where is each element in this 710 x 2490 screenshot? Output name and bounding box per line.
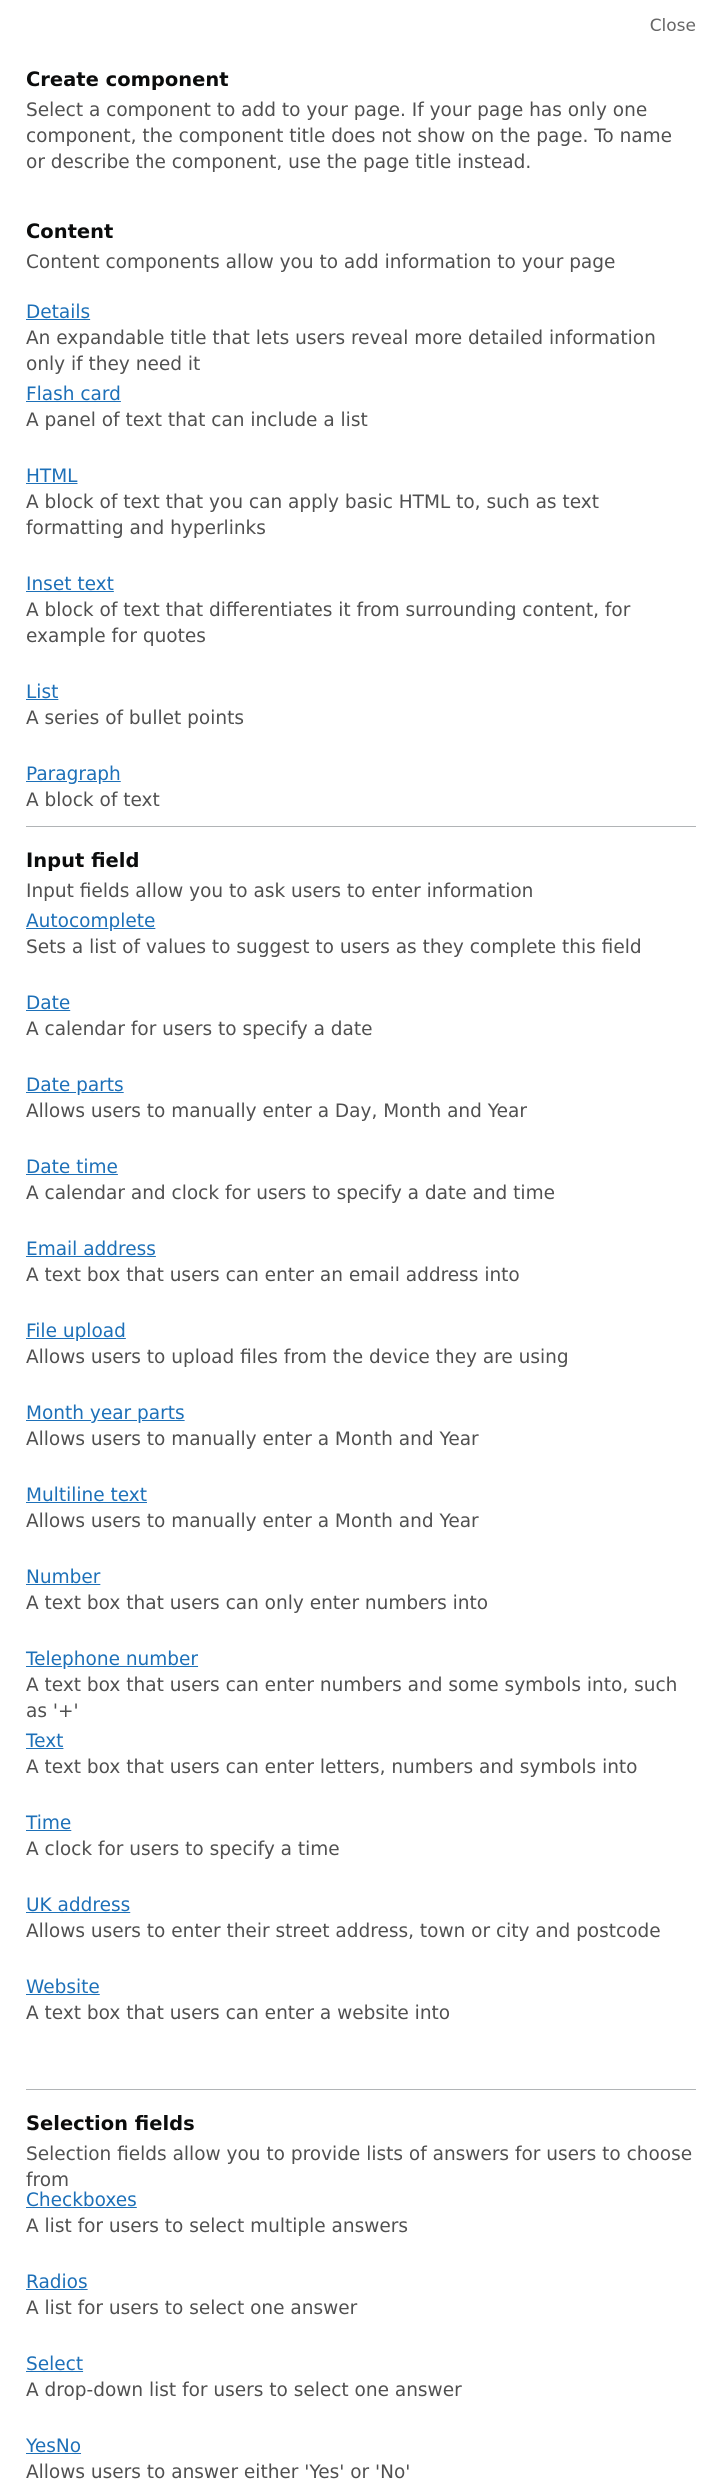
component-item-list: List A series of bullet points	[26, 680, 696, 762]
component-item-multiline-text: Multiline text Allows users to manually …	[26, 1483, 696, 1565]
component-description: A text box that users can enter numbers …	[26, 1675, 678, 1722]
component-link-month-year-parts[interactable]: Month year parts	[26, 1401, 185, 1427]
component-link-website[interactable]: Website	[26, 1975, 100, 2001]
section-title: Input field	[26, 849, 140, 872]
component-link-uk-address[interactable]: UK address	[26, 1893, 130, 1919]
section-input-field: Input field Input fields allow you to as…	[26, 849, 696, 2031]
component-link-text[interactable]: Text	[26, 1729, 63, 1755]
component-item-paragraph: Paragraph A block of text	[26, 762, 696, 818]
component-description: A block of text that you can apply basic…	[26, 492, 599, 539]
component-item-autocomplete: Autocomplete Sets a list of values to su…	[26, 909, 696, 991]
component-item-select: Select A drop-down list for users to sel…	[26, 2352, 696, 2434]
component-description: Allows users to upload files from the de…	[26, 1347, 569, 1368]
component-link-file-upload[interactable]: File upload	[26, 1319, 126, 1345]
component-description: Allows users to enter their street addre…	[26, 1921, 661, 1942]
panel-header: Create component Select a component to a…	[26, 68, 696, 176]
component-link-html[interactable]: HTML	[26, 464, 77, 490]
component-description: A clock for users to specify a time	[26, 1839, 340, 1860]
component-item-date-parts: Date parts Allows users to manually ente…	[26, 1073, 696, 1155]
section-title: Selection fields	[26, 2112, 195, 2135]
section-divider	[26, 826, 696, 827]
component-link-date-time[interactable]: Date time	[26, 1155, 118, 1181]
component-link-multiline-text[interactable]: Multiline text	[26, 1483, 147, 1509]
component-item-text: Text A text box that users can enter let…	[26, 1729, 696, 1811]
component-item-date: Date A calendar for users to specify a d…	[26, 991, 696, 1073]
section-intro: Input fields allow you to ask users to e…	[26, 881, 534, 902]
component-item-html: HTML A block of text that you can apply …	[26, 464, 696, 572]
section-intro: Selection fields allow you to provide li…	[26, 2144, 693, 2188]
component-link-number[interactable]: Number	[26, 1565, 100, 1591]
component-item-telephone-number: Telephone number A text box that users c…	[26, 1647, 696, 1729]
component-item-uk-address: UK address Allows users to enter their s…	[26, 1893, 696, 1975]
component-description: A text box that users can enter an email…	[26, 1265, 520, 1286]
component-link-details[interactable]: Details	[26, 300, 90, 326]
component-item-email-address: Email address A text box that users can …	[26, 1237, 696, 1319]
component-description: Sets a list of values to suggest to user…	[26, 937, 642, 958]
close-button[interactable]: Close	[650, 16, 696, 36]
component-item-time: Time A clock for users to specify a time	[26, 1811, 696, 1893]
component-description: A series of bullet points	[26, 708, 244, 729]
component-description: Allows users to answer either 'Yes' or '…	[26, 2462, 411, 2483]
section-intro: Content components allow you to add info…	[26, 252, 616, 273]
component-link-select[interactable]: Select	[26, 2352, 83, 2378]
section-divider	[26, 2089, 696, 2090]
page-title: Create component	[26, 68, 229, 91]
component-item-number: Number A text box that users can only en…	[26, 1565, 696, 1647]
component-link-autocomplete[interactable]: Autocomplete	[26, 909, 155, 935]
component-item-inset-text: Inset text A block of text that differen…	[26, 572, 696, 680]
component-link-checkboxes[interactable]: Checkboxes	[26, 2188, 137, 2214]
section-title: Content	[26, 220, 114, 243]
component-link-radios[interactable]: Radios	[26, 2270, 88, 2296]
component-link-email-address[interactable]: Email address	[26, 1237, 156, 1263]
component-link-list[interactable]: List	[26, 680, 58, 706]
component-link-paragraph[interactable]: Paragraph	[26, 762, 121, 788]
component-description: A calendar for users to specify a date	[26, 1019, 373, 1040]
component-description: An expandable title that lets users reve…	[26, 328, 656, 375]
page-intro: Select a component to add to your page. …	[26, 100, 673, 173]
component-item-checkboxes: Checkboxes A list for users to select mu…	[26, 2188, 696, 2270]
component-description: A text box that users can only enter num…	[26, 1593, 489, 1614]
component-item-website: Website A text box that users can enter …	[26, 1975, 696, 2031]
component-description: A list for users to select multiple answ…	[26, 2216, 408, 2237]
component-description: A block of text	[26, 790, 160, 811]
component-link-date[interactable]: Date	[26, 991, 70, 1017]
component-description: A block of text that differentiates it f…	[26, 600, 631, 647]
component-item-details: Details An expandable title that lets us…	[26, 300, 696, 382]
section-selection-fields: Selection fields Selection fields allow …	[26, 2112, 696, 2490]
component-description: A text box that users can enter a websit…	[26, 2003, 451, 2024]
create-component-panel: Create component Select a component to a…	[26, 68, 696, 2490]
component-description: Allows users to manually enter a Month a…	[26, 1511, 479, 1532]
component-link-date-parts[interactable]: Date parts	[26, 1073, 124, 1099]
component-item-month-year-parts: Month year parts Allows users to manuall…	[26, 1401, 696, 1483]
component-description: A calendar and clock for users to specif…	[26, 1183, 555, 1204]
component-description: Allows users to manually enter a Month a…	[26, 1429, 479, 1450]
component-description: A list for users to select one answer	[26, 2298, 358, 2319]
component-item-date-time: Date time A calendar and clock for users…	[26, 1155, 696, 1237]
component-item-flash-card: Flash card A panel of text that can incl…	[26, 382, 696, 464]
component-link-time[interactable]: Time	[26, 1811, 71, 1837]
component-link-flash-card[interactable]: Flash card	[26, 382, 121, 408]
component-link-telephone-number[interactable]: Telephone number	[26, 1647, 198, 1673]
component-description: A drop-down list for users to select one…	[26, 2380, 462, 2401]
section-content: Content Content components allow you to …	[26, 220, 696, 818]
component-description: Allows users to manually enter a Day, Mo…	[26, 1101, 527, 1122]
component-item-yesno: YesNo Allows users to answer either 'Yes…	[26, 2434, 696, 2490]
component-link-yesno[interactable]: YesNo	[26, 2434, 81, 2460]
component-link-inset-text[interactable]: Inset text	[26, 572, 114, 598]
component-item-file-upload: File upload Allows users to upload files…	[26, 1319, 696, 1401]
component-description: A text box that users can enter letters,…	[26, 1757, 638, 1778]
component-item-radios: Radios A list for users to select one an…	[26, 2270, 696, 2352]
component-description: A panel of text that can include a list	[26, 410, 368, 431]
